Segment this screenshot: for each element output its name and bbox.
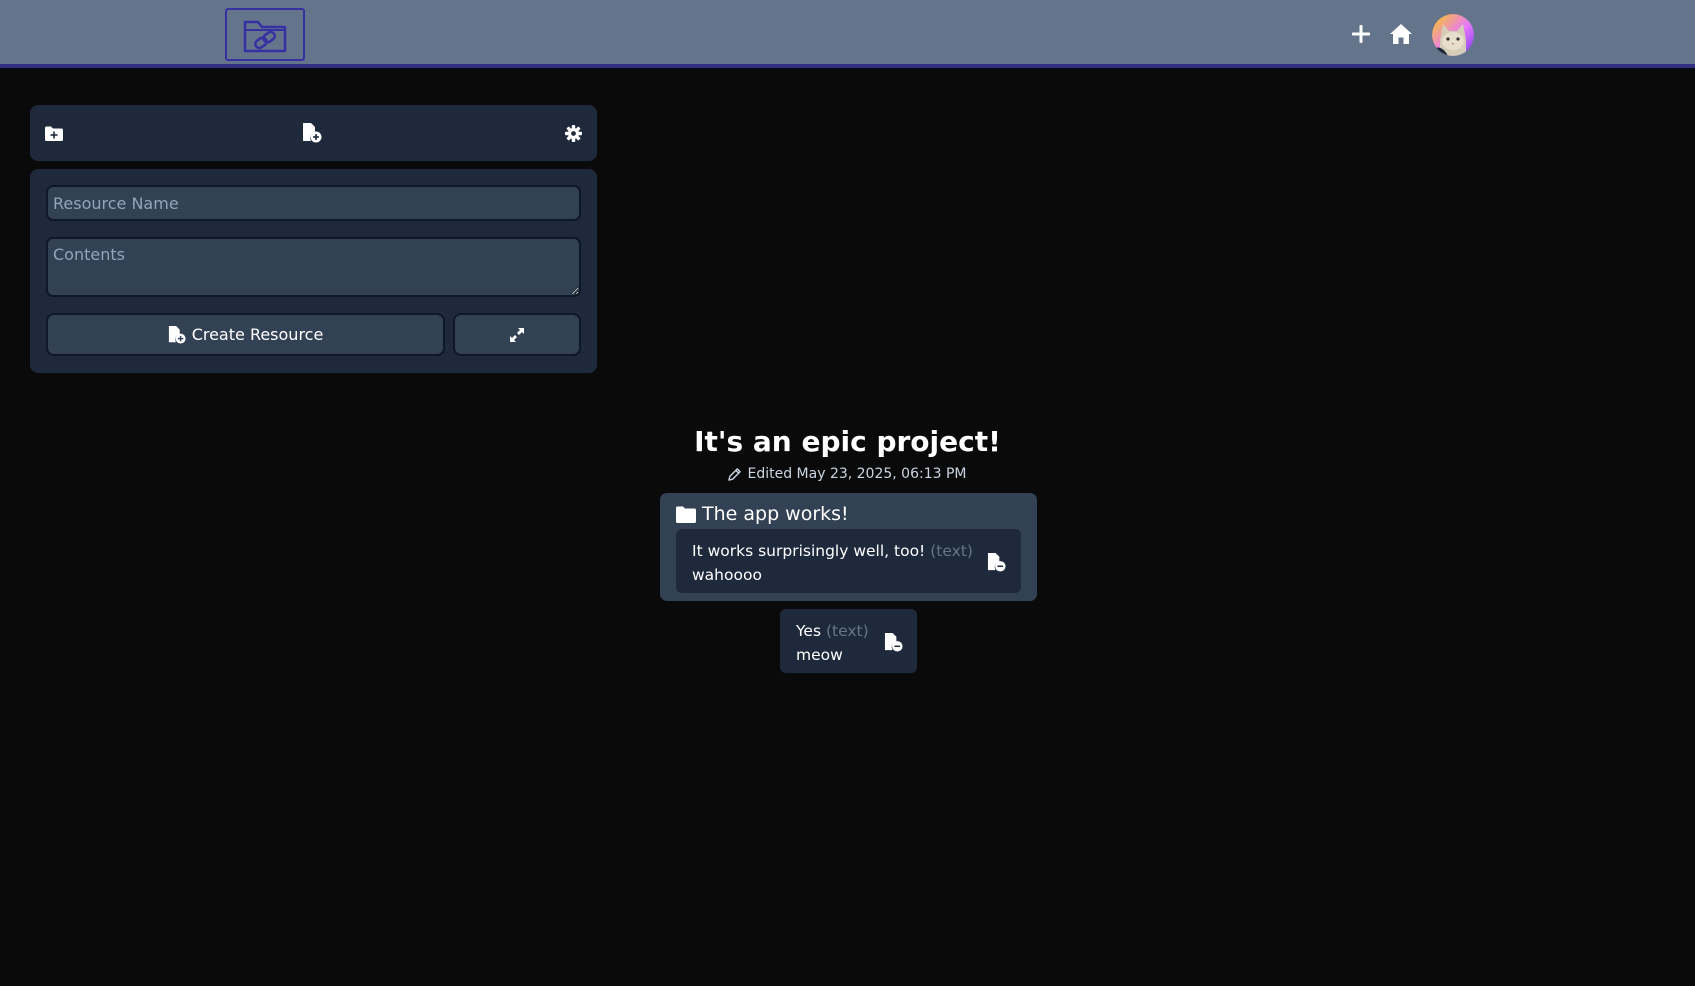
app-logo[interactable] xyxy=(225,8,305,61)
create-resource-button[interactable]: Create Resource xyxy=(46,313,445,356)
folder-plus-icon xyxy=(45,126,63,141)
resource-card[interactable]: It works surprisingly well, too! (text) … xyxy=(676,529,1021,593)
user-avatar[interactable] xyxy=(1432,14,1474,56)
add-project-button[interactable] xyxy=(1345,18,1377,50)
folder-link-icon xyxy=(243,20,287,52)
resource-text: Yes (text) meow xyxy=(796,619,869,667)
resource-card[interactable]: Yes (text) meow xyxy=(780,609,917,673)
cat-avatar xyxy=(1432,14,1474,56)
resource-name: It works surprisingly well, too! xyxy=(692,542,926,560)
settings-button[interactable] xyxy=(562,122,584,144)
edited-text: Edited May 23, 2025, 06:13 PM xyxy=(747,466,967,482)
gear-icon xyxy=(564,124,582,142)
folder-title[interactable]: The app works! xyxy=(676,503,849,525)
create-resource-form: Create Resource xyxy=(30,169,597,373)
file-circle-minus-icon xyxy=(987,552,1006,572)
file-circle-minus-icon xyxy=(884,632,903,652)
plus-icon xyxy=(1352,25,1370,43)
navbar xyxy=(0,0,1695,68)
folder-icon xyxy=(676,506,696,523)
pencil-icon[interactable] xyxy=(728,467,742,481)
toolbar-panel xyxy=(30,105,597,161)
create-resource-label: Create Resource xyxy=(191,325,324,344)
resource-name-input[interactable] xyxy=(46,185,581,221)
contents-textarea[interactable] xyxy=(46,237,581,297)
home-button[interactable] xyxy=(1385,18,1417,50)
folder-card: The app works! It works surprisingly wel… xyxy=(660,493,1037,601)
folder-title-text: The app works! xyxy=(702,503,849,525)
home-icon xyxy=(1390,24,1412,44)
edited-timestamp: Edited May 23, 2025, 06:13 PM xyxy=(0,466,1695,482)
resource-type: (text) xyxy=(930,542,973,560)
add-resource-button[interactable] xyxy=(301,122,323,144)
resource-name: Yes xyxy=(796,622,822,640)
file-circle-plus-icon xyxy=(303,123,322,143)
file-circle-plus-icon xyxy=(168,325,186,344)
expand-button[interactable] xyxy=(453,313,581,356)
add-folder-button[interactable] xyxy=(43,122,65,144)
remove-resource-button[interactable] xyxy=(985,551,1007,573)
resource-text: It works surprisingly well, too! (text) … xyxy=(692,539,973,587)
resource-contents: meow xyxy=(796,646,843,664)
resource-contents: wahoooo xyxy=(692,566,762,584)
project-title: It's an epic project! xyxy=(694,425,1001,458)
expand-icon xyxy=(510,327,524,342)
remove-resource-button[interactable] xyxy=(882,631,904,653)
resource-type: (text) xyxy=(825,622,869,640)
